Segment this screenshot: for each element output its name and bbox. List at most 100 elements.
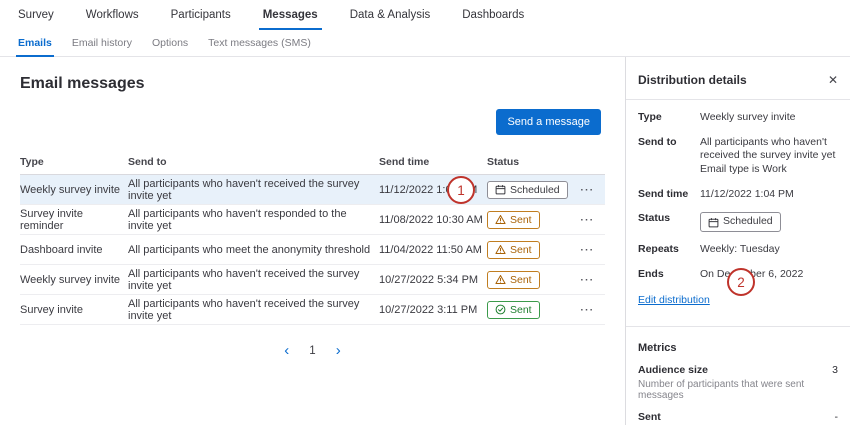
- nav-tab-data-analysis[interactable]: Data & Analysis: [334, 0, 447, 30]
- row-send-time: 10/27/2022 5:34 PM: [379, 274, 487, 286]
- warning-icon: [495, 214, 506, 225]
- table-row[interactable]: Weekly survey invite All participants wh…: [20, 175, 605, 205]
- metric-item: Audience size 3 Number of participants t…: [638, 364, 838, 401]
- close-icon[interactable]: ✕: [828, 73, 838, 87]
- row-send-time: 10/27/2022 3:11 PM: [379, 304, 487, 316]
- subnav-tab-text-messages-sms[interactable]: Text messages (SMS): [198, 30, 321, 56]
- field-label-status: Status: [638, 212, 700, 232]
- email-table: TypeSend toSend timeStatus Weekly survey…: [20, 149, 605, 325]
- table-row[interactable]: Dashboard invite All participants who me…: [20, 235, 605, 265]
- field-label-type: Type: [638, 111, 700, 125]
- metric-description: Number of participants that were sent me…: [638, 379, 838, 401]
- warning-icon: [495, 244, 506, 255]
- top-nav: SurveyWorkflowsParticipantsMessagesData …: [0, 0, 850, 30]
- status-badge: Sent: [487, 241, 540, 259]
- row-type: Weekly survey invite: [20, 274, 128, 286]
- annotation-circle-2: 2: [727, 268, 755, 296]
- send-to-audience: All participants who haven't received th…: [700, 136, 838, 163]
- row-send-to: All participants who haven't received th…: [128, 268, 379, 292]
- prev-page-icon[interactable]: ‹: [284, 343, 289, 358]
- warning-icon: [495, 274, 506, 285]
- divider: [626, 326, 850, 327]
- column-header-status: Status: [487, 156, 569, 168]
- row-send-time: 11/04/2022 11:50 AM: [379, 244, 487, 256]
- pagination: ‹ 1 ›: [0, 343, 625, 358]
- row-menu-button[interactable]: ⋯: [580, 301, 595, 317]
- row-type: Weekly survey invite: [20, 184, 128, 196]
- field-value-repeats: Weekly: Tuesday: [700, 243, 780, 257]
- table-row[interactable]: Survey invite reminder All participants …: [20, 205, 605, 235]
- edit-distribution-link[interactable]: Edit distribution: [638, 294, 710, 306]
- field-value-send-time: 11/12/2022 1:04 PM: [700, 188, 794, 202]
- row-send-to: All participants who meet the anonymity …: [128, 244, 379, 256]
- field-value-type: Weekly survey invite: [700, 111, 796, 125]
- row-status: Sent: [487, 241, 569, 259]
- metric-label: Sent: [638, 411, 661, 423]
- field-repeats: Repeats Weekly: Tuesday: [638, 243, 838, 257]
- panel-header: Distribution details ✕: [638, 73, 838, 87]
- nav-tab-dashboards[interactable]: Dashboards: [446, 0, 540, 30]
- next-page-icon[interactable]: ›: [336, 343, 341, 358]
- metric-value: 3: [832, 364, 838, 376]
- metrics-list: Audience size 3 Number of participants t…: [638, 364, 838, 425]
- check-circle-icon: [495, 304, 506, 315]
- calendar-clock-icon: [708, 217, 719, 228]
- status-badge: Sent: [487, 271, 540, 289]
- status-badge: Sent: [487, 211, 540, 229]
- subnav-tab-options[interactable]: Options: [142, 30, 198, 56]
- field-value-status: Scheduled: [700, 212, 781, 232]
- row-send-to: All participants who haven't received th…: [128, 298, 379, 322]
- row-send-to: All participants who haven't responded t…: [128, 208, 379, 232]
- nav-tab-messages[interactable]: Messages: [247, 0, 334, 30]
- metrics-title: Metrics: [638, 342, 838, 354]
- nav-tab-participants[interactable]: Participants: [155, 0, 247, 30]
- field-label-ends: Ends: [638, 268, 700, 282]
- subnav-tab-email-history[interactable]: Email history: [62, 30, 142, 56]
- metric-item: Sent - Number of messages sent successfu…: [638, 411, 838, 425]
- field-status: Status Scheduled: [638, 212, 838, 232]
- field-label-send-time: Send time: [638, 188, 700, 202]
- column-header-type: Type: [20, 156, 128, 168]
- sub-nav: EmailsEmail historyOptionsText messages …: [0, 30, 850, 57]
- column-header-send-to: Send to: [128, 156, 379, 168]
- panel-title: Distribution details: [638, 73, 747, 87]
- panel-status-text: Scheduled: [723, 215, 773, 229]
- subnav-tab-emails[interactable]: Emails: [8, 30, 62, 56]
- table-row[interactable]: Weekly survey invite All participants wh…: [20, 265, 605, 295]
- row-send-time: 11/08/2022 10:30 AM: [379, 214, 487, 226]
- table-header: TypeSend toSend timeStatus: [20, 149, 605, 175]
- row-menu-button[interactable]: ⋯: [580, 211, 595, 227]
- row-status: Sent: [487, 271, 569, 289]
- calendar-clock-icon: [495, 184, 506, 195]
- field-value-send-to: All participants who haven't received th…: [700, 136, 838, 177]
- row-menu-button[interactable]: ⋯: [580, 241, 595, 257]
- row-menu-button[interactable]: ⋯: [580, 181, 595, 197]
- divider: [626, 99, 850, 100]
- row-status: Sent: [487, 301, 569, 319]
- field-type: Type Weekly survey invite: [638, 111, 838, 125]
- row-type: Survey invite reminder: [20, 208, 128, 232]
- email-messages-page: Email messages Send a message TypeSend t…: [0, 57, 625, 425]
- status-badge: Sent: [487, 301, 540, 319]
- field-send-time: Send time 11/12/2022 1:04 PM: [638, 188, 838, 202]
- table-row[interactable]: Survey invite All participants who haven…: [20, 295, 605, 325]
- status-badge: Scheduled: [487, 181, 568, 199]
- row-send-to: All participants who haven't received th…: [128, 178, 379, 202]
- nav-tab-workflows[interactable]: Workflows: [70, 0, 155, 30]
- row-type: Dashboard invite: [20, 244, 128, 256]
- send-a-message-button[interactable]: Send a message: [496, 109, 601, 135]
- field-label-repeats: Repeats: [638, 243, 700, 257]
- row-type: Survey invite: [20, 304, 128, 316]
- field-label-send-to: Send to: [638, 136, 700, 177]
- panel-status-badge: Scheduled: [700, 212, 781, 232]
- row-status: Scheduled: [487, 181, 569, 199]
- distribution-details-panel: Distribution details ✕ Type Weekly surve…: [625, 57, 850, 425]
- send-to-condition: Email type is Work: [700, 163, 838, 177]
- current-page[interactable]: 1: [309, 345, 315, 357]
- app-window: SurveyWorkflowsParticipantsMessagesData …: [0, 0, 850, 425]
- table-body: Weekly survey invite All participants wh…: [20, 175, 605, 325]
- page-title: Email messages: [20, 75, 145, 93]
- row-menu-button[interactable]: ⋯: [580, 271, 595, 287]
- metric-value: -: [835, 411, 839, 423]
- nav-tab-survey[interactable]: Survey: [2, 0, 70, 30]
